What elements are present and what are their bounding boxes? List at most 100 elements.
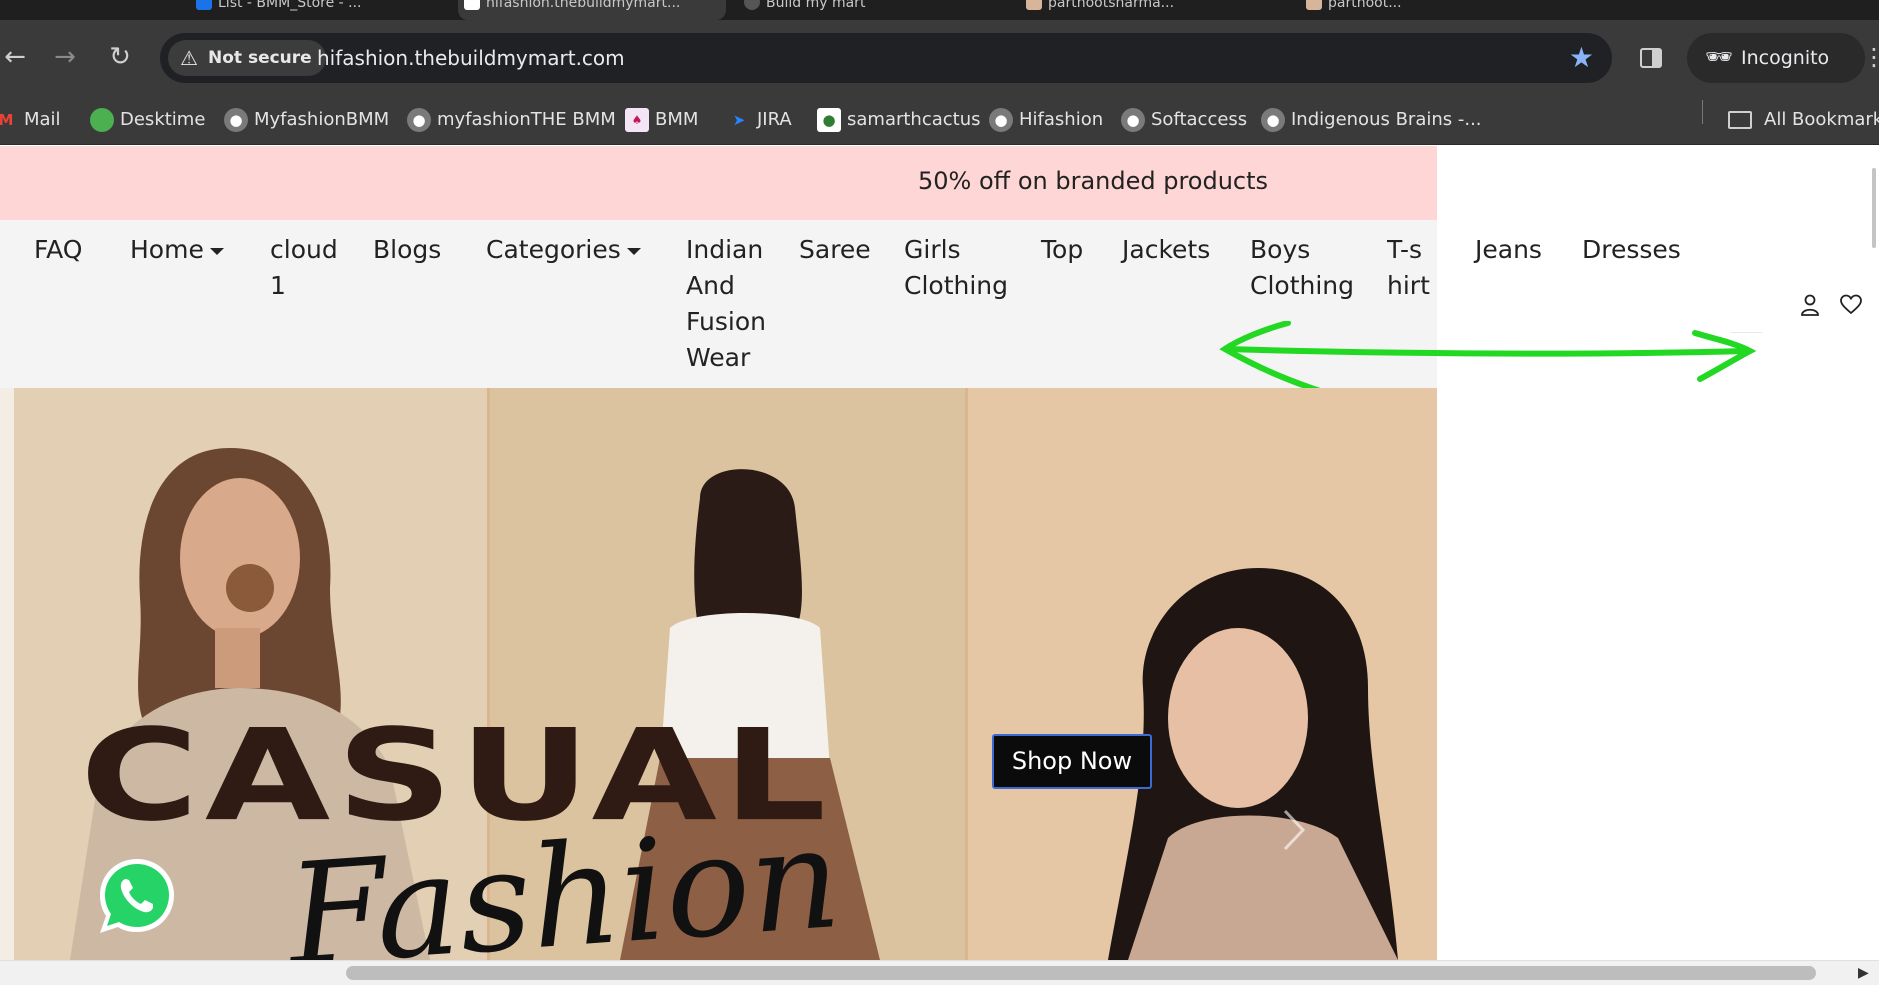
- all-bookmarks-button[interactable]: All Bookmarks: [1728, 95, 1879, 145]
- tab-favicon: [464, 0, 480, 10]
- menu-item-top[interactable]: Top: [1041, 232, 1083, 268]
- hero-script-title: Fashion: [282, 796, 846, 960]
- menu-item-girls-clothing[interactable]: Girls Clothing: [904, 232, 1014, 304]
- menu-item-label: Top: [1041, 235, 1084, 264]
- menu-item-label: T-shirt: [1387, 235, 1430, 300]
- menu-item-label: Saree: [799, 235, 871, 264]
- browser-tab[interactable]: parthootsharma...: [1020, 0, 1280, 20]
- bookmarks-bar: M Mail Desktime ● MyfashionBMM ● myfashi…: [0, 95, 1879, 145]
- bookmarks-separator: [1702, 100, 1703, 124]
- menu-item-label: Jackets: [1122, 235, 1211, 264]
- browser-tab-active[interactable]: hifashion.thebuildmymart...: [458, 0, 726, 20]
- bookmark-label: JIRA: [757, 109, 792, 130]
- caret-down-icon: [209, 247, 224, 255]
- incognito-label: Incognito: [1741, 47, 1830, 69]
- bookmark-bmm[interactable]: ♠ BMM: [625, 95, 698, 145]
- tab-favicon: [744, 0, 760, 10]
- address-bar[interactable]: ⚠ Not secure hifashion.thebuildmymart.co…: [160, 33, 1612, 83]
- hero-slider: CASUAL Fashion: [0, 388, 1437, 960]
- menu-item-jackets[interactable]: Jackets: [1122, 232, 1210, 268]
- horizontal-scrollbar[interactable]: ▶: [0, 960, 1879, 985]
- folder-icon: [1728, 111, 1752, 129]
- tab-favicon: [1306, 0, 1322, 10]
- scroll-right-arrow-icon[interactable]: ▶: [1858, 965, 1869, 981]
- vertical-scrollbar[interactable]: [1868, 146, 1879, 960]
- bookmark-label: myfashionTHE BMM: [437, 109, 616, 130]
- menu-item-faq[interactable]: FAQ: [34, 232, 82, 268]
- menu-item-home[interactable]: Home: [130, 232, 224, 268]
- menu-item-cloud-1[interactable]: cloud 1: [270, 232, 344, 304]
- menu-item-saree[interactable]: Saree: [799, 232, 871, 268]
- bookmark-label: samarthcactus: [847, 109, 981, 130]
- menu-item-blogs[interactable]: Blogs: [373, 232, 441, 268]
- bookmark-label: Desktime: [120, 109, 206, 130]
- bookmark-label: Mail: [24, 109, 61, 130]
- warning-icon: ⚠: [180, 46, 198, 70]
- menu-item-label: cloud 1: [270, 235, 338, 300]
- menu-item-label: Dresses: [1582, 235, 1681, 264]
- tab-title: parthootsharma...: [1048, 0, 1175, 11]
- globe-icon: ●: [989, 108, 1013, 132]
- globe-icon: ●: [1121, 108, 1145, 132]
- security-label: Not secure: [208, 48, 312, 68]
- globe-icon: ●: [224, 108, 248, 132]
- menu-item-t-shirt[interactable]: T-shirt: [1387, 232, 1437, 304]
- shop-now-button[interactable]: Shop Now: [992, 734, 1152, 789]
- menu-item-indian-fusion-wear[interactable]: Indian And Fusion Wear: [686, 232, 776, 376]
- forward-arrow-icon[interactable]: →: [50, 42, 80, 72]
- menu-item-label: Girls Clothing: [904, 235, 1009, 300]
- hero-panel-right: [968, 388, 1437, 960]
- menu-item-label: Blogs: [373, 235, 442, 264]
- tab-title: List - BMM_Store - ...: [218, 0, 362, 11]
- browser-tab[interactable]: Build my mart: [738, 0, 998, 20]
- url-text[interactable]: hifashion.thebuildmymart.com: [317, 33, 625, 83]
- bookmark-samarthcactus[interactable]: ● samarthcactus: [817, 95, 981, 145]
- incognito-chip[interactable]: 🕶 Incognito: [1687, 33, 1865, 83]
- menu-item-label: Indian And Fusion Wear: [686, 235, 766, 372]
- menu-item-label: Jeans: [1475, 235, 1542, 264]
- tab-strip: List - BMM_Store - ... hifashion.thebuil…: [0, 0, 1879, 20]
- horizontal-scroll-thumb[interactable]: [346, 966, 1816, 980]
- globe-icon: ●: [407, 108, 431, 132]
- bookmark-jira[interactable]: ➤ JIRA: [727, 95, 792, 145]
- menu-item-dresses[interactable]: Dresses: [1582, 232, 1681, 268]
- reload-icon[interactable]: ↻: [105, 42, 135, 72]
- menu-item-label: Boys Clothing: [1250, 235, 1355, 300]
- bookmark-indigenous-brains[interactable]: ● Indigenous Brains -...: [1261, 95, 1482, 145]
- model-photo-3: [1108, 568, 1398, 960]
- cactus-icon: ●: [817, 108, 841, 132]
- tab-title: parthoot...: [1328, 0, 1402, 11]
- menu-item-categories[interactable]: Categories: [486, 232, 641, 268]
- browser-toolbar: ← → ↻ ⚠ Not secure hifashion.thebuildmym…: [0, 20, 1879, 95]
- caret-down-icon: [626, 247, 641, 255]
- tab-favicon: [196, 0, 212, 10]
- browser-tab[interactable]: List - BMM_Store - ...: [190, 0, 450, 20]
- bookmark-softaccess[interactable]: ● Softaccess: [1121, 95, 1247, 145]
- promo-banner: 50% off on branded products: [0, 146, 1437, 220]
- bookmark-mail[interactable]: M Mail: [0, 95, 61, 145]
- slider-next-chevron-icon[interactable]: [1282, 808, 1306, 852]
- bookmark-desktime[interactable]: Desktime: [90, 95, 205, 145]
- desktime-icon: [90, 108, 114, 132]
- gmail-icon: M: [0, 111, 14, 129]
- bookmark-myfashion-the-bmm[interactable]: ● myfashionTHE BMM: [407, 95, 616, 145]
- browser-menu-icon[interactable]: ⋮: [1862, 42, 1879, 72]
- menu-item-jeans[interactable]: Jeans: [1475, 232, 1542, 268]
- bookmark-star-icon[interactable]: ★: [1569, 41, 1594, 75]
- back-arrow-icon[interactable]: ←: [0, 42, 30, 72]
- menu-item-boys-clothing[interactable]: Boys Clothing: [1250, 232, 1360, 304]
- bookmark-myfashionbmm[interactable]: ● MyfashionBMM: [224, 95, 389, 145]
- bookmark-hifashion[interactable]: ● Hifashion: [989, 95, 1103, 145]
- whatsapp-icon[interactable]: [96, 855, 178, 937]
- browser-tab[interactable]: parthoot...: [1300, 0, 1560, 20]
- side-panel-icon[interactable]: [1640, 48, 1662, 68]
- security-chip[interactable]: ⚠ Not secure: [168, 40, 326, 76]
- user-account-icon[interactable]: [1800, 294, 1820, 316]
- tab-title: hifashion.thebuildmymart...: [486, 0, 681, 11]
- wishlist-heart-icon[interactable]: [1840, 294, 1862, 316]
- menu-item-label: FAQ: [34, 235, 83, 264]
- tab-favicon: [1026, 0, 1042, 10]
- incognito-icon: 🕶: [1705, 45, 1733, 70]
- vertical-scroll-thumb[interactable]: [1872, 168, 1876, 248]
- menu-item-label: Home: [130, 235, 204, 264]
